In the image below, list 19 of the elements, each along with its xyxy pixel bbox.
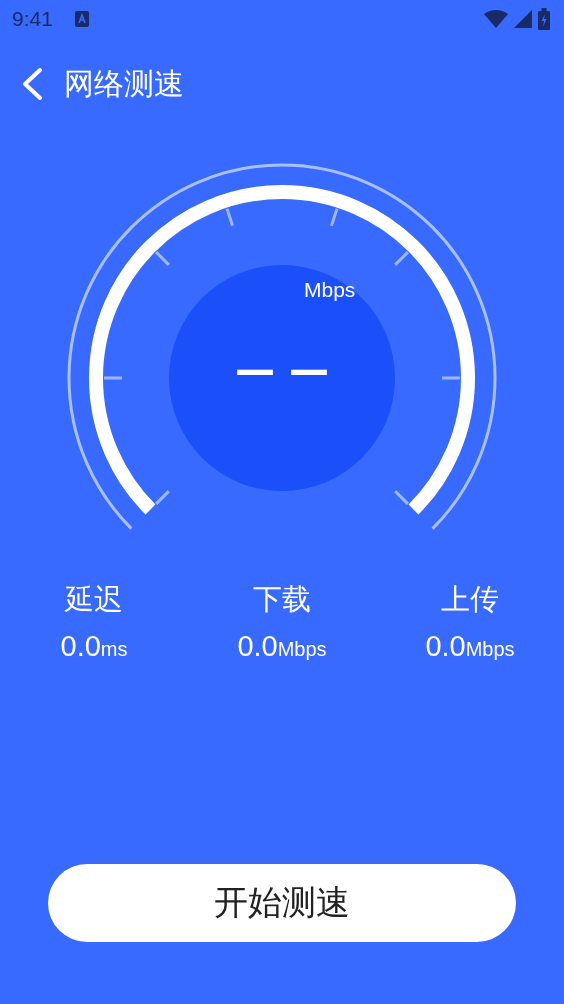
stat-value: 0.0 xyxy=(60,630,101,663)
start-test-button[interactable]: 开始测速 xyxy=(48,864,516,942)
stat-label: 延迟 xyxy=(65,581,123,618)
speed-unit: Mbps xyxy=(304,278,356,302)
signal-icon xyxy=(514,10,532,28)
stat-unit: Mbps xyxy=(465,638,515,661)
battery-icon xyxy=(538,8,550,30)
stat-unit: Mbps xyxy=(277,638,327,661)
stat-value: 0.0 xyxy=(425,630,466,663)
stat-label: 下载 xyxy=(253,581,311,618)
keyboard-icon xyxy=(74,11,89,27)
status-time: 9:41 xyxy=(12,7,53,31)
stat-label: 上传 xyxy=(441,581,499,618)
stat-value: 0.0 xyxy=(237,630,278,663)
page-title: 网络测速 xyxy=(64,64,184,103)
stat-unit: ms xyxy=(100,638,128,661)
wifi-icon xyxy=(484,10,508,28)
speed-reading: — — xyxy=(234,350,330,390)
back-button[interactable] xyxy=(20,67,44,101)
